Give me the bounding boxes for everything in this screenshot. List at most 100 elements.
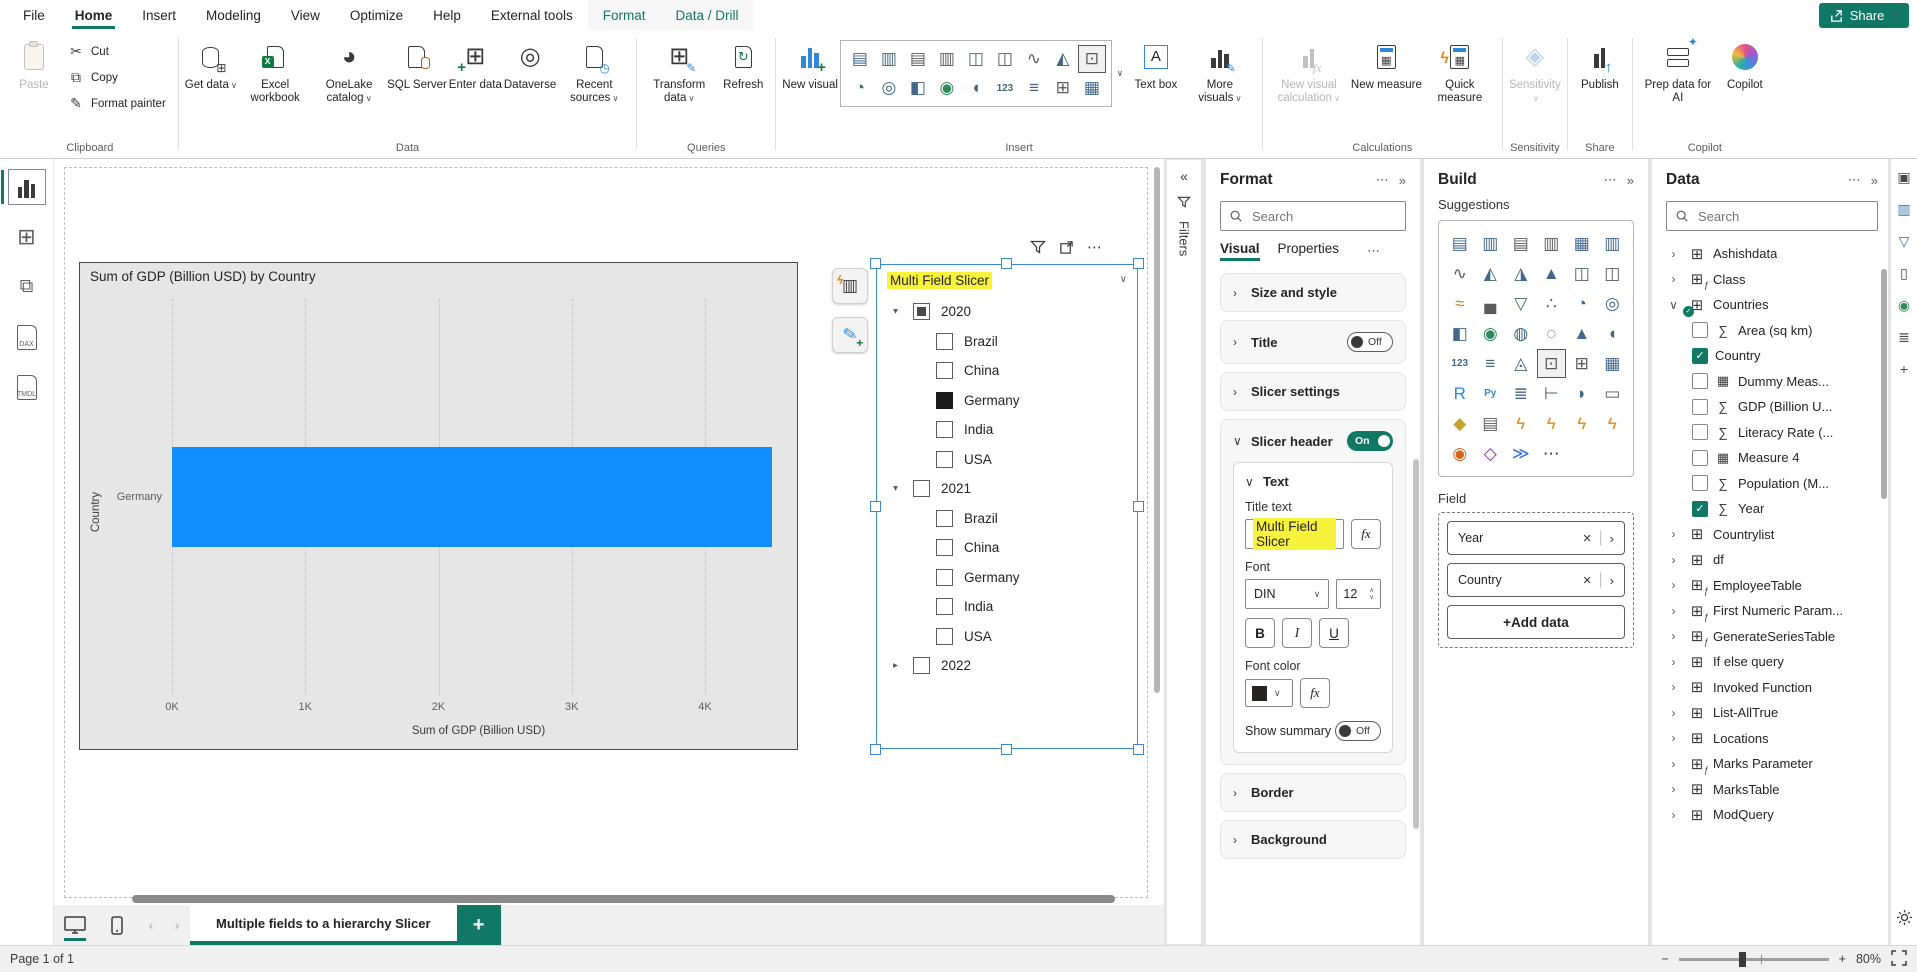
checkbox-checked[interactable]: ✓ [1692,348,1708,364]
pie-chart-icon[interactable]: ◔ [847,75,873,101]
chevron-right-icon[interactable]: › [1666,247,1681,261]
slicer-header-toggle[interactable]: On [1347,431,1393,451]
filters-pane-label[interactable]: Filters [1177,221,1192,256]
multi-row-card-icon[interactable]: ≡ [1477,350,1505,377]
card-icon[interactable]: 123 [992,75,1018,101]
remove-field-icon[interactable]: × [1583,572,1592,589]
menu-tab-format[interactable]: Format [588,0,661,30]
report-page[interactable]: Sum of GDP (Billion USD) by Country Coun… [64,167,1148,898]
checkbox-unchecked[interactable] [936,451,953,468]
desktop-layout-button[interactable] [54,905,96,945]
sync-slicers-pane-icon[interactable]: ◉ [1898,297,1910,314]
checkbox-unchecked[interactable] [913,657,930,674]
checkbox-unchecked[interactable] [1692,424,1708,440]
next-page-button[interactable]: › [164,905,190,945]
chevron-down-icon[interactable]: ∨ [1120,274,1127,285]
slicer-new-icon[interactable]: ϟ [1538,410,1566,437]
add-page-button[interactable]: + [457,905,501,945]
data-row-gdp-billion-u[interactable]: ∑GDP (Billion U... [1666,394,1878,420]
more-visuals-button[interactable]: ✎ More visuals∨ [1184,32,1256,105]
excel-workbook-button[interactable]: X Excel workbook [239,32,311,105]
slicer-item-brazil[interactable]: Brazil [877,327,1137,357]
card-icon[interactable]: 123 [1446,350,1474,377]
copy-button[interactable]: ⧉Copy [62,66,172,89]
multi-row-card-icon[interactable]: ≡ [1021,75,1047,101]
field-chip-year[interactable]: Year ×|› [1447,521,1625,555]
data-row-class[interactable]: ›⊞ƒClass [1666,267,1878,293]
slicer-item-china[interactable]: China [877,356,1137,386]
slicer-item-germany[interactable]: Germany [877,563,1137,593]
checkbox-unchecked[interactable] [936,421,953,438]
enter-data-button[interactable]: ⊞+ Enter data [449,32,502,92]
menu-tab-help[interactable]: Help [418,0,476,30]
line-chart-icon[interactable]: ∿ [1021,46,1047,72]
fx-button[interactable]: fx [1300,678,1330,708]
tree-expander-icon[interactable]: ▾ [889,483,902,494]
tree-expander-icon[interactable]: ▾ [889,306,902,317]
new-measure-button[interactable]: New measure [1351,32,1422,92]
font-color-picker[interactable]: ∨ [1245,679,1293,707]
checkbox-partial[interactable] [913,303,930,320]
chevron-right-icon[interactable]: › [1610,573,1614,588]
onelake-catalog-button[interactable]: ◕ OneLake catalog∨ [313,32,385,105]
tree-expander-icon[interactable]: ▸ [889,660,902,671]
paginated-report-icon[interactable]: ▤ [1477,410,1505,437]
suggest-visual-button[interactable]: ϟ▥ [832,268,868,304]
line-and-stacked-column-chart-icon[interactable]: ◫ [1568,260,1596,287]
collapse-pane-icon[interactable]: » [1627,173,1634,188]
share-button[interactable]: Share ∨ [1819,3,1909,28]
table-icon[interactable]: ⊞ [1050,75,1076,101]
get-data-button[interactable]: ⊞ Get data∨ [185,32,237,92]
scatter-chart-icon[interactable]: ∴ [1538,290,1566,317]
kpi-icon[interactable]: ◬ [1507,350,1535,377]
cut-button[interactable]: ✂Cut [62,40,172,63]
collapse-pane-icon[interactable]: » [1871,173,1878,188]
chevron-right-icon[interactable]: › [1666,629,1681,643]
stacked-area-chart-icon[interactable]: ◮ [1507,260,1535,287]
chevron-down-icon[interactable]: ∨ [1245,475,1255,489]
remove-field-icon[interactable]: × [1583,530,1592,547]
line-chart-icon[interactable]: ∿ [1446,260,1474,287]
area-chart-icon[interactable]: ◭ [1050,46,1076,72]
data-row-countrylist[interactable]: ›⊞Countrylist [1666,522,1878,548]
chevron-down-icon[interactable]: ∨ [1666,298,1681,312]
chevron-right-icon[interactable]: › [1666,553,1681,567]
prep-data-for-ai-button[interactable]: ✦ Prep data for AI [1639,32,1717,105]
chevron-right-icon[interactable]: › [1666,782,1681,796]
format-search-input[interactable] [1250,208,1397,225]
area-chart-icon[interactable]: ◭ [1477,260,1505,287]
chevron-right-icon[interactable]: › [1666,604,1681,618]
show-summary-toggle[interactable]: Off [1335,721,1381,741]
data-row-if-else-query[interactable]: ›⊞If else query [1666,649,1878,675]
data-row-generateseriestable[interactable]: ›⊞ƒGenerateSeriesTable [1666,624,1878,650]
data-row-invoked-function[interactable]: ›⊞Invoked Function [1666,675,1878,701]
data-row-dummy-meas[interactable]: ▦Dummy Meas... [1666,369,1878,395]
menu-tab-view[interactable]: View [276,0,335,30]
card-size-and-style[interactable]: ›Size and style [1220,273,1406,312]
fx-button[interactable]: fx [1351,519,1381,549]
font-family-dropdown[interactable]: DIN∨ [1245,579,1329,609]
stacked-bar-chart-icon[interactable]: ▤ [1446,230,1474,257]
bookmarks-pane-icon[interactable]: ▯ [1900,265,1908,282]
resize-handle[interactable] [1001,744,1012,755]
checkbox-unchecked[interactable] [936,628,953,645]
bold-button[interactable]: B [1245,618,1275,648]
data-row-modquery[interactable]: ›⊞ModQuery [1666,802,1878,828]
slicer-item-usa[interactable]: USA [877,445,1137,475]
underline-button[interactable]: U [1319,618,1349,648]
data-row-df[interactable]: ›⊞df [1666,547,1878,573]
horizontal-scrollbar[interactable] [90,895,1136,903]
format-painter-button[interactable]: ✎Format painter [62,92,172,115]
expand-filters-icon[interactable]: « [1180,168,1188,184]
slicer-item-usa[interactable]: USA [877,622,1137,652]
data-row-population-m[interactable]: ∑Population (M... [1666,471,1878,497]
filled-map-icon[interactable]: ◍ [1507,320,1535,347]
filters-pane-icon[interactable]: ▽ [1899,233,1910,250]
resize-handle[interactable] [1133,501,1144,512]
text-box-button[interactable]: A Text box [1130,32,1182,92]
data-row-first-numeric-param[interactable]: ›⊞ƒFirst Numeric Param... [1666,598,1878,624]
clustered-bar-chart-icon[interactable]: ▤ [1507,230,1535,257]
line-and-stacked-column-chart-icon[interactable]: ◫ [963,46,989,72]
data-row-ashishdata[interactable]: ›⊞Ashishdata [1666,241,1878,267]
data-row-list-alltrue[interactable]: ›⊞List-AllTrue [1666,700,1878,726]
